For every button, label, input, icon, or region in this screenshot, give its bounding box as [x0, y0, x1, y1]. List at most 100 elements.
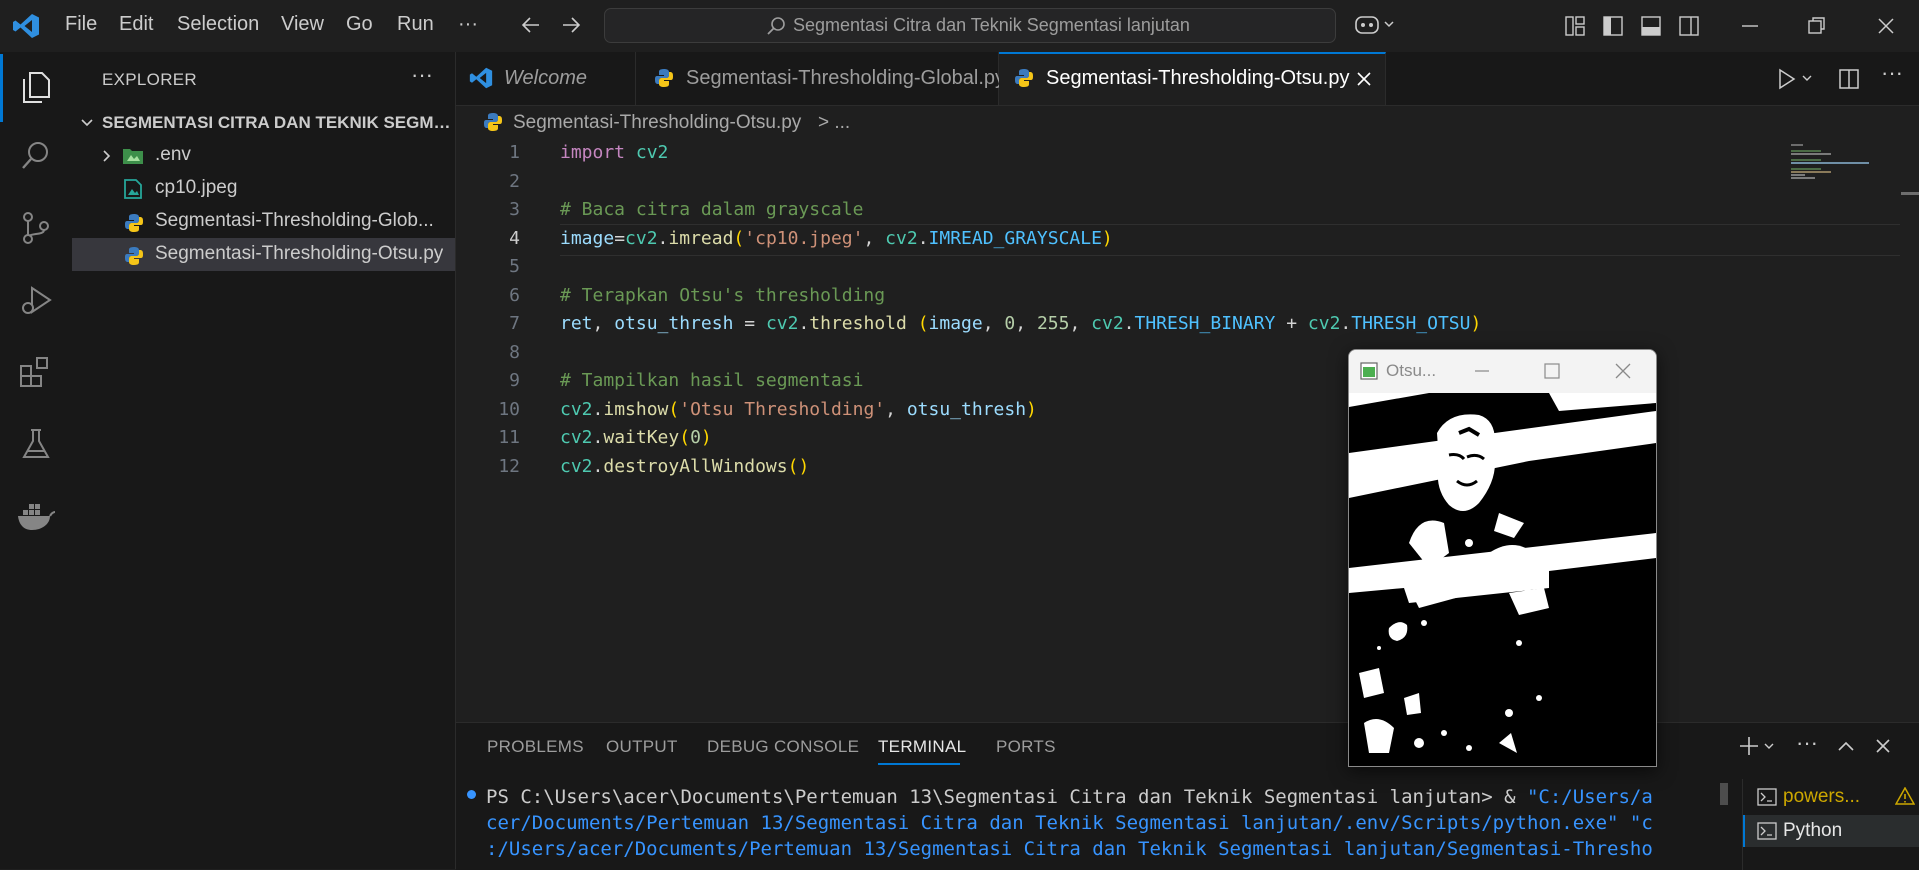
tab-label: Welcome — [504, 67, 587, 89]
maximize-panel-icon[interactable] — [1837, 738, 1855, 754]
breadcrumb-file[interactable]: Segmentasi-Thresholding-Otsu.py — [513, 112, 801, 134]
tree-item-thresholding-global[interactable]: Segmentasi-Thresholding-Glob... — [72, 205, 455, 238]
source-control-icon[interactable] — [18, 210, 54, 246]
command-decoration-dot — [467, 790, 476, 799]
code-line-9: # Tampilkan hasil segmentasi — [560, 370, 864, 391]
toggle-primary-sidebar-icon[interactable] — [1603, 16, 1623, 36]
line-number: 3 — [509, 199, 520, 220]
vscode-logo-icon — [12, 12, 40, 40]
terminal-scrollbar-thumb[interactable] — [1720, 783, 1728, 805]
explorer-more-actions[interactable]: ··· — [411, 62, 433, 88]
forward-arrow-icon[interactable] — [560, 14, 582, 36]
line-number: 4 — [509, 228, 520, 249]
tab-label: Segmentasi-Thresholding-Global.py — [686, 67, 1006, 89]
tree-item-label: Segmentasi-Thresholding-Glob... — [155, 210, 434, 231]
python-file-icon — [1014, 68, 1034, 88]
tab-label: Segmentasi-Thresholding-Otsu.py — [1046, 67, 1350, 89]
terminal-item-python[interactable]: Python — [1743, 815, 1919, 847]
close-icon[interactable] — [1614, 362, 1632, 380]
breadcrumb-symbol[interactable]: > ... — [818, 112, 850, 134]
tab-thresholding-otsu[interactable]: Segmentasi-Thresholding-Otsu.py — [999, 52, 1386, 105]
opencv-window-icon — [1360, 362, 1378, 380]
otsu-window-titlebar[interactable]: Otsu... — [1349, 350, 1656, 393]
terminal-item-label: Python — [1783, 820, 1843, 841]
terminal-item-powershell[interactable]: powers... — [1743, 781, 1919, 813]
toggle-panel-icon[interactable] — [1641, 16, 1661, 36]
menu-go[interactable]: Go — [346, 13, 373, 36]
tab-problems[interactable]: PROBLEMS — [487, 737, 584, 757]
editor-tab-bar: Welcome Segmentasi-Thresholding-Global.p… — [456, 52, 1919, 106]
tree-item-env[interactable]: .env — [72, 139, 455, 172]
line-number: 6 — [509, 285, 520, 306]
split-editor-icon[interactable] — [1838, 68, 1860, 90]
search-view-icon[interactable] — [18, 138, 54, 174]
otsu-result-window[interactable]: Otsu... — [1348, 349, 1657, 767]
close-window-icon[interactable] — [1876, 16, 1896, 36]
workspace-folder[interactable]: SEGMENTASI CITRA DAN TEKNIK SEGME... — [72, 106, 455, 139]
terminal-tabs-list: powers... Python — [1742, 779, 1919, 870]
tab-ports[interactable]: PORTS — [996, 737, 1056, 757]
tab-welcome[interactable]: Welcome — [456, 52, 636, 105]
toggle-secondary-sidebar-icon[interactable] — [1679, 16, 1699, 36]
line-number: 10 — [498, 399, 520, 420]
command-center-search[interactable]: Segmentasi Citra dan Teknik Segmentasi l… — [604, 8, 1336, 43]
explorer-title: EXPLORER — [102, 70, 197, 89]
tab-thresholding-global[interactable]: Segmentasi-Thresholding-Global.py — [636, 52, 1005, 105]
tree-item-cp10-jpeg[interactable]: cp10.jpeg — [72, 172, 455, 205]
minimap[interactable] — [1791, 142, 1891, 202]
terminal-icon — [1757, 822, 1777, 840]
docker-icon[interactable] — [16, 498, 56, 534]
line-number: 5 — [509, 256, 520, 277]
tree-item-label: .env — [155, 144, 191, 165]
code-line-12: cv2.destroyAllWindows() — [560, 456, 810, 477]
image-file-icon — [124, 179, 142, 199]
minimize-icon[interactable] — [1740, 16, 1760, 36]
terminal-tab-underline — [878, 763, 960, 765]
line-number: 8 — [509, 342, 520, 363]
tree-item-thresholding-otsu[interactable]: Segmentasi-Thresholding-Otsu.py — [72, 238, 455, 271]
warning-icon — [1895, 787, 1915, 805]
run-and-debug-icon[interactable] — [18, 282, 54, 318]
run-python-file-icon[interactable] — [1776, 68, 1816, 90]
tree-item-label: Segmentasi-Thresholding-Otsu.py — [155, 243, 444, 264]
menu-more[interactable]: ··· — [458, 13, 478, 36]
new-terminal-icon[interactable] — [1740, 736, 1780, 756]
copilot-icon[interactable] — [1354, 12, 1398, 36]
code-line-4: image=cv2.imread('cp10.jpeg', cv2.IMREAD… — [560, 228, 1113, 249]
python-file-icon — [654, 68, 674, 88]
extensions-icon[interactable] — [18, 354, 54, 390]
terminal-line-1: PS C:\Users\acer\Documents\Pertemuan 13\… — [486, 786, 1653, 808]
code-line-6: # Terapkan Otsu's thresholding — [560, 285, 886, 306]
close-panel-icon[interactable] — [1874, 737, 1892, 755]
menu-edit[interactable]: Edit — [119, 13, 153, 36]
tab-output[interactable]: OUTPUT — [606, 737, 678, 757]
search-icon — [766, 16, 786, 36]
restore-icon[interactable] — [1807, 16, 1827, 36]
editor-more-actions[interactable]: ··· — [1881, 60, 1903, 86]
folder-env-icon — [122, 147, 144, 165]
explorer-icon[interactable] — [18, 69, 54, 105]
workspace-folder-label: SEGMENTASI CITRA DAN TEKNIK SEGME... — [102, 113, 452, 132]
minimize-icon[interactable] — [1473, 362, 1491, 380]
activity-bar — [0, 52, 73, 869]
code-line-3: # Baca citra dalam grayscale — [560, 199, 864, 220]
close-tab-icon[interactable] — [1355, 70, 1373, 88]
python-file-icon — [483, 112, 503, 132]
maximize-icon[interactable] — [1543, 362, 1561, 380]
menu-file[interactable]: File — [65, 13, 97, 36]
panel-more-actions[interactable]: ··· — [1796, 730, 1818, 756]
tab-terminal[interactable]: TERMINAL — [878, 737, 966, 757]
menu-selection[interactable]: Selection — [177, 13, 259, 36]
active-indicator — [0, 54, 3, 122]
code-line-1: import cv2 — [560, 142, 669, 163]
customize-layout-icon[interactable] — [1565, 16, 1585, 36]
tab-debug-console[interactable]: DEBUG CONSOLE — [707, 737, 859, 757]
chevron-right-icon — [100, 149, 114, 163]
breadcrumb: Segmentasi-Thresholding-Otsu.py > ... — [456, 106, 1919, 140]
terminal-line-3: :/Users/acer/Documents/Pertemuan 13/Segm… — [486, 838, 1653, 860]
explorer-sidebar: EXPLORER ··· SEGMENTASI CITRA DAN TEKNIK… — [72, 52, 456, 869]
testing-flask-icon[interactable] — [18, 426, 54, 462]
back-arrow-icon[interactable] — [520, 14, 542, 36]
menu-view[interactable]: View — [281, 13, 324, 36]
menu-run[interactable]: Run — [397, 13, 434, 36]
